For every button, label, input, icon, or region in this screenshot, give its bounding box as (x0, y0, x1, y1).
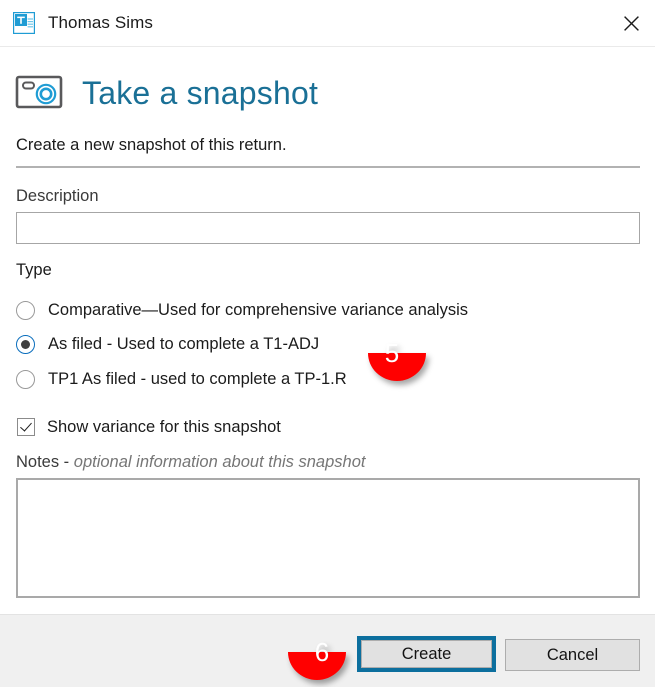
window-title: Thomas Sims (48, 13, 154, 32)
radio-icon (16, 300, 35, 320)
header-divider (16, 166, 640, 168)
create-button[interactable]: Create (357, 636, 496, 672)
notes-label-hint: optional information about this snapshot (73, 453, 366, 471)
radio-option-as-filed[interactable]: As filed - Used to complete a T1-ADJ (16, 331, 319, 357)
callout-marker-5: 5 (340, 325, 426, 381)
radio-icon (16, 369, 35, 389)
type-label: Type (16, 261, 52, 279)
radio-icon-selected (16, 334, 35, 354)
taxprep-document-icon (12, 11, 36, 35)
description-input[interactable] (16, 212, 640, 244)
description-label: Description (16, 187, 99, 205)
callout-number: 6 (314, 636, 330, 667)
page-subtitle: Create a new snapshot of this return. (16, 136, 287, 154)
window-titlebar: Thomas Sims (0, 0, 655, 47)
radio-option-label: TP1 As filed - used to complete a TP-1.R (48, 370, 347, 388)
checkbox-icon-checked (17, 418, 35, 436)
callout-marker-6: 6 (288, 624, 374, 680)
radio-option-label: As filed - Used to complete a T1-ADJ (48, 335, 320, 353)
page-title: Take a snapshot (82, 75, 319, 111)
notes-label-lead: Notes - (16, 453, 74, 471)
callout-number: 5 (384, 337, 400, 368)
camera-snapshot-icon (15, 72, 65, 112)
close-icon[interactable] (607, 0, 655, 46)
notes-label: Notes - optional information about this … (16, 451, 365, 473)
cancel-button-label: Cancel (546, 645, 599, 664)
notes-textarea[interactable] (16, 478, 640, 598)
radio-option-comparative[interactable]: Comparative—Used for comprehensive varia… (16, 297, 468, 323)
show-variance-checkbox[interactable]: Show variance for this snapshot (17, 415, 281, 439)
radio-option-label: Comparative—Used for comprehensive varia… (48, 301, 469, 319)
cancel-button[interactable]: Cancel (505, 639, 640, 671)
radio-option-tp1-as-filed[interactable]: TP1 As filed - used to complete a TP-1.R (16, 366, 347, 392)
show-variance-label: Show variance for this snapshot (47, 418, 281, 436)
create-button-label: Create (361, 640, 492, 668)
